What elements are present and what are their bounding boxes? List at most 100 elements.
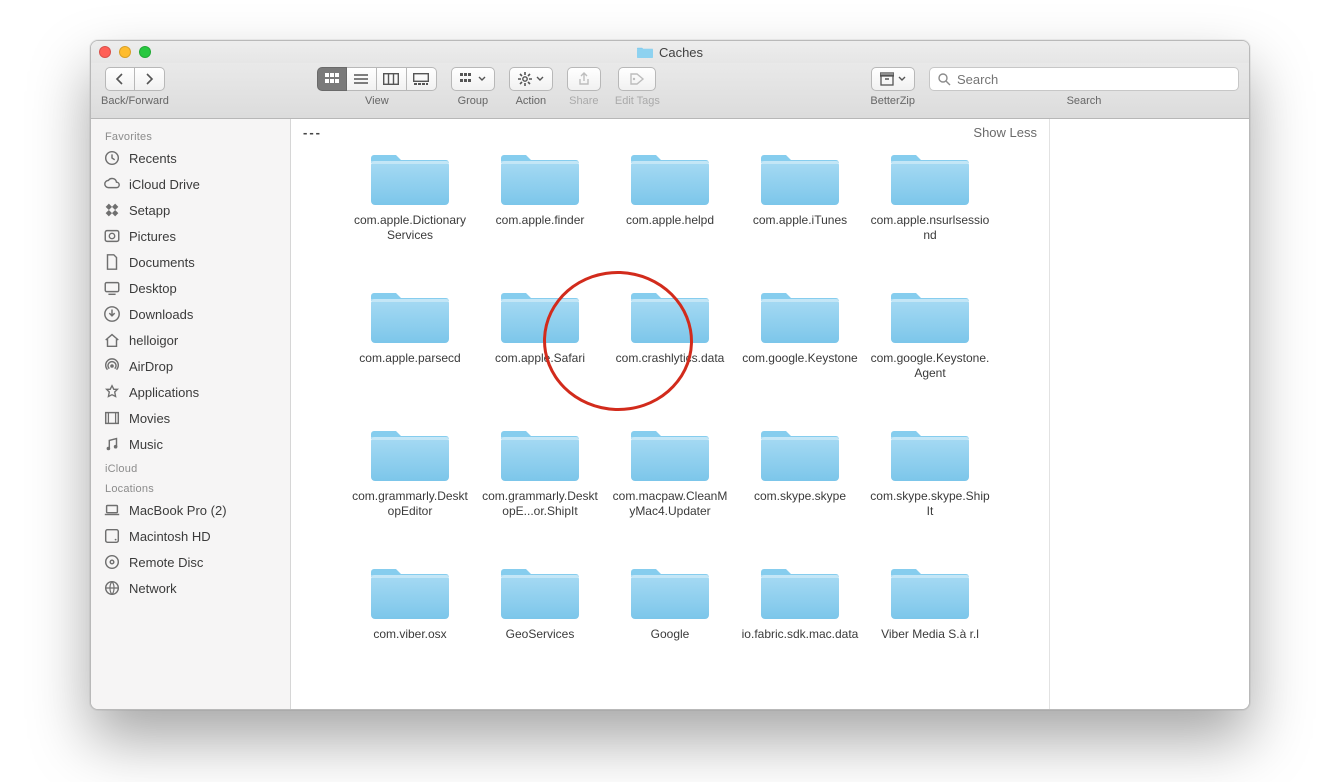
sidebar-item-airdrop[interactable]: AirDrop xyxy=(91,353,290,379)
sidebar-item-downloads[interactable]: Downloads xyxy=(91,301,290,327)
folder-item[interactable]: com.apple.iTunes xyxy=(735,149,865,279)
sidebar-location-laptop[interactable]: MacBook Pro (2) xyxy=(91,497,290,523)
search-field[interactable] xyxy=(929,67,1239,91)
edit-tags-button[interactable] xyxy=(618,67,656,91)
folder-item[interactable]: com.google.Keystone xyxy=(735,287,865,417)
view-label: View xyxy=(365,95,389,107)
gear-icon xyxy=(518,72,532,86)
view-columns-button[interactable] xyxy=(377,67,407,91)
share-label: Share xyxy=(569,95,598,107)
sidebar-item-label: helloigor xyxy=(129,333,178,348)
folder-name: com.grammarly.DesktopEditor xyxy=(350,489,470,519)
close-window-button[interactable] xyxy=(99,46,111,58)
folder-icon xyxy=(891,563,969,621)
sidebar-item-label: Applications xyxy=(129,385,199,400)
folder-item[interactable]: com.grammarly.DesktopE...or.ShipIt xyxy=(475,425,605,555)
sidebar-location-remotedisc[interactable]: Remote Disc xyxy=(91,549,290,575)
folder-name: com.macpaw.CleanMyMac4.Updater xyxy=(610,489,730,519)
sidebar-item-movies[interactable]: Movies xyxy=(91,405,290,431)
folder-icon xyxy=(631,563,709,621)
action-label: Action xyxy=(516,95,547,107)
folder-item[interactable]: com.apple.Safari xyxy=(475,287,605,417)
forward-button[interactable] xyxy=(135,67,165,91)
folder-item[interactable]: com.skype.skype.ShipIt xyxy=(865,425,995,555)
sidebar-item-documents[interactable]: Documents xyxy=(91,249,290,275)
folder-icon xyxy=(371,287,449,345)
sidebar-location-network[interactable]: Network xyxy=(91,575,290,601)
chevron-down-icon xyxy=(898,76,906,82)
folder-name: Google xyxy=(610,627,730,642)
sidebar-item-label: Documents xyxy=(129,255,195,270)
group-by-button[interactable] xyxy=(451,67,495,91)
folder-name: com.skype.skype.ShipIt xyxy=(870,489,990,519)
folder-item[interactable]: Viber Media S.à r.l xyxy=(865,563,995,693)
sidebar-item-applications[interactable]: Applications xyxy=(91,379,290,405)
betterzip-label: BetterZip xyxy=(870,95,915,107)
folder-icon xyxy=(501,563,579,621)
folder-item[interactable]: com.macpaw.CleanMyMac4.Updater xyxy=(605,425,735,555)
sidebar-item-label: Music xyxy=(129,437,163,452)
action-button[interactable] xyxy=(509,67,553,91)
sidebar-item-home[interactable]: helloigor xyxy=(91,327,290,353)
sidebar-item-icloud[interactable]: iCloud Drive xyxy=(91,171,290,197)
folder-icon xyxy=(631,287,709,345)
back-button[interactable] xyxy=(105,67,135,91)
folder-item[interactable]: com.apple.nsurlsessiond xyxy=(865,149,995,279)
folder-name: com.apple.finder xyxy=(480,213,600,228)
folder-item[interactable]: com.apple.helpd xyxy=(605,149,735,279)
zoom-window-button[interactable] xyxy=(139,46,151,58)
betterzip-button[interactable] xyxy=(871,67,915,91)
folder-item[interactable]: io.fabric.sdk.mac.data xyxy=(735,563,865,693)
show-less-button[interactable]: Show Less xyxy=(973,125,1037,140)
folder-item[interactable]: Google xyxy=(605,563,735,693)
sidebar-item-label: Recents xyxy=(129,151,177,166)
share-button[interactable] xyxy=(567,67,601,91)
folder-item[interactable]: com.google.Keystone.Agent xyxy=(865,287,995,417)
minimize-window-button[interactable] xyxy=(119,46,131,58)
sidebar-item-label: Macintosh HD xyxy=(129,529,211,544)
sidebar-item-music[interactable]: Music xyxy=(91,431,290,457)
sidebar-item-label: Movies xyxy=(129,411,170,426)
folder-item[interactable]: GeoServices xyxy=(475,563,605,693)
folder-item[interactable]: com.crashlytics.data xyxy=(605,287,735,417)
folder-name: com.skype.skype xyxy=(740,489,860,504)
titlebar: Caches xyxy=(91,41,1249,63)
backforward-label: Back/Forward xyxy=(101,95,169,107)
folder-item[interactable]: com.apple.parsecd xyxy=(345,287,475,417)
sidebar-item-recents[interactable]: Recents xyxy=(91,145,290,171)
sidebar-item-label: Downloads xyxy=(129,307,193,322)
view-gallery-button[interactable] xyxy=(407,67,437,91)
folder-item[interactable]: com.apple.finder xyxy=(475,149,605,279)
folder-item[interactable]: com.skype.skype xyxy=(735,425,865,555)
edittags-label: Edit Tags xyxy=(615,95,660,107)
sidebar-item-label: Pictures xyxy=(129,229,176,244)
sidebar: Favorites RecentsiCloud DriveSetappPictu… xyxy=(91,119,291,709)
folder-icon xyxy=(371,563,449,621)
folder-icon xyxy=(891,287,969,345)
chevron-down-icon xyxy=(478,76,486,82)
folder-name: com.apple.helpd xyxy=(610,213,730,228)
folder-name: Viber Media S.à r.l xyxy=(870,627,990,642)
sidebar-item-pictures[interactable]: Pictures xyxy=(91,223,290,249)
view-list-button[interactable] xyxy=(347,67,377,91)
folder-item[interactable]: com.apple.DictionaryServices xyxy=(345,149,475,279)
sidebar-item-setapp[interactable]: Setapp xyxy=(91,197,290,223)
sidebar-item-label: Remote Disc xyxy=(129,555,203,570)
sidebar-item-desktop[interactable]: Desktop xyxy=(91,275,290,301)
path-indicator: --- xyxy=(303,125,322,140)
sidebar-item-label: Desktop xyxy=(129,281,177,296)
sidebar-item-label: Network xyxy=(129,581,177,596)
archive-icon xyxy=(880,72,894,86)
folder-item[interactable]: com.viber.osx xyxy=(345,563,475,693)
folder-icon xyxy=(631,425,709,483)
icloud-header: iCloud xyxy=(91,457,290,477)
folder-item[interactable]: com.grammarly.DesktopEditor xyxy=(345,425,475,555)
folder-icon xyxy=(761,287,839,345)
folder-icon xyxy=(501,149,579,207)
sidebar-location-hdd[interactable]: Macintosh HD xyxy=(91,523,290,549)
search-input[interactable] xyxy=(957,72,1230,87)
folder-icon xyxy=(761,149,839,207)
folder-icon xyxy=(761,563,839,621)
view-icon-button[interactable] xyxy=(317,67,347,91)
folder-icon xyxy=(761,425,839,483)
